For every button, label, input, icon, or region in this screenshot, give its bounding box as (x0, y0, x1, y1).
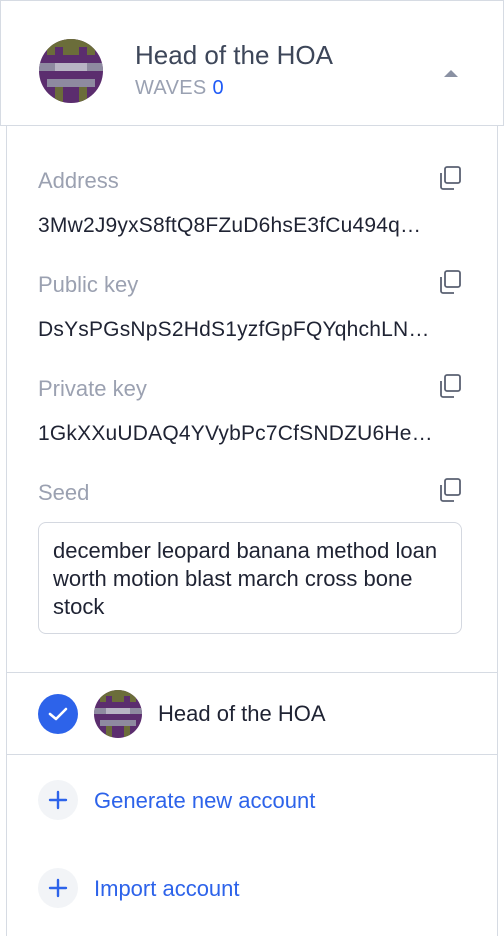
private-key-value: 1GkXXuUDAQ4YVybPc7CfSNDZU6He… (38, 422, 433, 445)
generate-account-label: Generate new account (94, 788, 316, 813)
account-avatar (39, 39, 103, 103)
plus-icon (38, 780, 78, 820)
divider (6, 754, 498, 755)
seed-label: Seed (38, 480, 90, 505)
import-account-label: Import account (94, 876, 240, 901)
copy-icon[interactable] (436, 268, 464, 296)
divider (6, 672, 498, 673)
account-name: Head of the HOA (135, 40, 333, 70)
copy-icon[interactable] (436, 476, 464, 504)
list-account-name[interactable]: Head of the HOA (158, 701, 326, 727)
seed-textbox[interactable]: december leopard banana method loan wort… (38, 522, 462, 634)
address-label: Address (38, 168, 119, 193)
checkmark-icon[interactable] (38, 694, 78, 734)
public-key-label: Public key (38, 272, 139, 297)
account-header[interactable]: Head of the HOA WAVES 0 (0, 0, 504, 126)
list-account-avatar (94, 690, 142, 738)
balance-amount: 0 (212, 77, 224, 99)
chevron-up-icon[interactable] (439, 65, 463, 81)
currency-label: WAVES (135, 77, 207, 99)
plus-icon (38, 868, 78, 908)
account-balance: WAVES 0 (135, 77, 224, 100)
public-key-value: DsYsPGsNpS2HdS1yzfGpFQYqhchLN… (38, 318, 430, 341)
private-key-label: Private key (38, 376, 147, 401)
generate-account-button[interactable]: Generate new account (38, 780, 478, 820)
address-value: 3Mw2J9yxS8ftQ8FZuD6hsE3fCu494q… (38, 214, 422, 237)
copy-icon[interactable] (436, 372, 464, 400)
import-account-button[interactable]: Import account (38, 868, 478, 908)
copy-icon[interactable] (436, 164, 464, 192)
